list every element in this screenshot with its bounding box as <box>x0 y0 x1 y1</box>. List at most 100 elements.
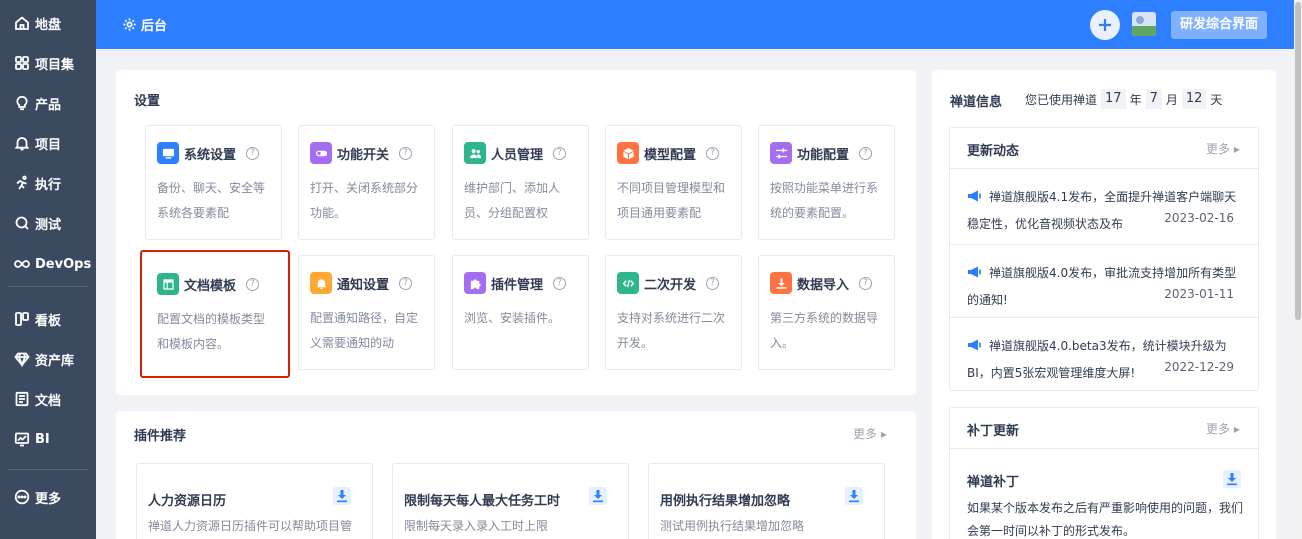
month-unit: 月 <box>1165 92 1178 107</box>
sidebar-item-test[interactable]: 测试 <box>0 206 96 240</box>
help-icon[interactable]: ? <box>706 147 719 160</box>
usage-months: 7 <box>1145 89 1162 109</box>
setting-card-title: 文档模板 <box>184 279 237 294</box>
download-icon[interactable] <box>844 486 864 506</box>
setting-card-model[interactable]: 模型配置 ? 不同项目管理模型和项目通用要素配 <box>605 125 742 240</box>
scrollbar-thumb[interactable] <box>1295 2 1301 320</box>
setting-card-title: 数据导入 <box>797 278 850 293</box>
patches-more-link[interactable]: 更多 ▸ <box>1206 420 1240 437</box>
template-icon <box>157 273 179 295</box>
interface-switch-button[interactable]: 研发综合界面 <box>1171 11 1268 39</box>
usage-duration: 您已使用禅道 17 年 7 月 12 天 <box>1025 89 1222 109</box>
sidebar-item-label: 测试 <box>35 217 62 233</box>
usage-prefix: 您已使用禅道 <box>1025 92 1098 107</box>
caret-right-icon: ▸ <box>1233 142 1240 156</box>
bell-icon <box>13 134 31 152</box>
sidebar-item-label: BI <box>35 431 50 447</box>
more-label: 更多 <box>1206 142 1231 156</box>
grid-icon <box>13 54 31 72</box>
setting-card-title: 人员管理 <box>491 148 544 163</box>
setting-card-system[interactable]: 系统设置 ? 备份、聊天、安全等系统各要素配 <box>145 125 282 240</box>
sidebar-item-execution[interactable]: 执行 <box>0 166 96 200</box>
more-label: 更多 <box>853 427 878 441</box>
setting-card-feature-switch[interactable]: 功能开关 ? 打开、关闭系统部分功能。 <box>298 125 435 240</box>
admin-label: 后台 <box>141 19 168 34</box>
update-item[interactable]: 禅道旗舰版4.1发布，全面提升禅道客户端聊天稳定性，优化音视频状态及布 2023… <box>950 169 1258 245</box>
setting-card-feature-config[interactable]: 功能配置 ? 按照功能菜单进行系统的要素配置。 <box>758 125 895 240</box>
sidebar-item-more[interactable]: 更多 <box>0 480 96 514</box>
download-icon[interactable] <box>1222 469 1242 489</box>
notify-bell-icon <box>310 272 332 294</box>
usage-years: 17 <box>1101 89 1126 109</box>
gear-icon <box>123 18 136 31</box>
sidebar-item-label: 文档 <box>35 393 62 409</box>
admin-home-link[interactable]: 后台 <box>122 15 167 34</box>
update-item[interactable]: 禅道旗舰版4.0发布，审批流支持增加所有类型的通知! 2023-01-11 <box>950 245 1258 318</box>
sidebar-item-product[interactable]: 产品 <box>0 86 96 120</box>
help-icon[interactable]: ? <box>399 147 412 160</box>
update-item[interactable]: 禅道旗舰版4.0.beta3发布，统计模块升级为BI，内置5张宏观管理维度大屏!… <box>950 318 1258 391</box>
download-icon[interactable] <box>588 486 608 506</box>
updates-more-link[interactable]: 更多 ▸ <box>1206 140 1240 157</box>
doc-icon <box>13 390 31 408</box>
more-label: 更多 <box>1206 422 1231 436</box>
patches-panel: 补丁更新 更多 ▸ 禅道补丁 如果某个版本发布之后有严重影响使用的问题，我们会第… <box>949 407 1259 539</box>
sidebar-item-assetlib[interactable]: 资产库 <box>0 342 96 376</box>
sidebar-item-label: 更多 <box>35 491 62 507</box>
sidebar-item-label: 看板 <box>35 313 62 329</box>
help-icon[interactable]: ? <box>553 277 566 290</box>
kanban-icon <box>13 310 31 328</box>
sidebar: 地盘 项目集 产品 项目 执行 测试 DevOps 看板 资产库 文档 BI 更… <box>0 0 96 539</box>
setting-card-people[interactable]: 人员管理 ? 维护部门、添加人员、分组配置权 <box>452 125 589 240</box>
megaphone-icon <box>968 339 981 351</box>
setting-card-dev[interactable]: 二次开发 ? 支持对系统进行二次开发。 <box>605 255 742 370</box>
sidebar-divider <box>8 286 88 287</box>
create-button[interactable] <box>1090 10 1120 40</box>
plus-icon <box>1099 19 1111 31</box>
setting-card-notification[interactable]: 通知设置 ? 配置通知路径，自定义需要通知的动 <box>298 255 435 370</box>
help-icon[interactable]: ? <box>553 147 566 160</box>
setting-card-doc-template[interactable]: 文档模板 ? 配置文档的模板类型和模板内容。 <box>140 250 290 378</box>
infinity-icon <box>13 255 31 273</box>
sidebar-item-bi[interactable]: BI <box>0 422 96 456</box>
plugin-recommend-title: 插件推荐 <box>134 429 187 444</box>
download-icon[interactable] <box>332 486 352 506</box>
setting-card-desc: 配置通知路径，自定义需要通知的动 <box>310 311 419 350</box>
setting-card-title: 模型配置 <box>644 148 697 163</box>
sidebar-item-kanban[interactable]: 看板 <box>0 302 96 336</box>
home-icon <box>13 14 31 32</box>
help-icon[interactable]: ? <box>246 278 259 291</box>
chart-icon <box>13 430 31 448</box>
import-icon <box>770 272 792 294</box>
plugin-title: 限制每天每人最大任务工时 <box>404 494 561 509</box>
plugin-desc: 禅道人力资源日历插件可以帮助项目管 <box>148 519 353 533</box>
help-icon[interactable]: ? <box>399 277 412 290</box>
setting-card-title: 插件管理 <box>491 278 544 293</box>
user-avatar[interactable] <box>1132 12 1156 36</box>
help-icon[interactable]: ? <box>706 277 719 290</box>
plugin-card[interactable]: 人力资源日历 禅道人力资源日历插件可以帮助项目管 <box>136 463 373 539</box>
sidebar-item-programs[interactable]: 项目集 <box>0 46 96 80</box>
sidebar-item-devops[interactable]: DevOps <box>0 247 96 281</box>
zentao-info-panel: 禅道信息 您已使用禅道 17 年 7 月 12 天 更新动态 更多 ▸ 禅道旗舰… <box>932 70 1276 539</box>
help-icon[interactable]: ? <box>859 277 872 290</box>
monitor-icon <box>157 142 179 164</box>
plugin-card[interactable]: 限制每天每人最大任务工时 限制每天录入录入工时上限 <box>392 463 629 539</box>
sidebar-item-project[interactable]: 项目 <box>0 126 96 160</box>
top-header: 后台 研发综合界面 <box>96 0 1294 49</box>
plugin-more-link[interactable]: 更多 ▸ <box>853 425 887 442</box>
plugin-title: 人力资源日历 <box>148 494 227 509</box>
setting-card-desc: 维护部门、添加人员、分组配置权 <box>464 181 561 220</box>
sidebar-item-dashboard[interactable]: 地盘 <box>0 6 96 40</box>
plugin-card[interactable]: 用例执行结果增加忽略 测试用例执行结果增加忽略 <box>648 463 885 539</box>
sidebar-item-doc[interactable]: 文档 <box>0 382 96 416</box>
setting-card-import[interactable]: 数据导入 ? 第三方系统的数据导入。 <box>758 255 895 370</box>
cube-icon <box>617 142 639 164</box>
setting-card-desc: 支持对系统进行二次开发。 <box>617 311 726 350</box>
help-icon[interactable]: ? <box>859 147 872 160</box>
patch-item-title: 禅道补丁 <box>967 475 1020 490</box>
setting-card-plugin[interactable]: 插件管理 ? 浏览、安装插件。 <box>452 255 589 370</box>
page-scrollbar[interactable] <box>1294 0 1302 539</box>
help-icon[interactable]: ? <box>246 147 259 160</box>
usage-days: 12 <box>1181 89 1207 109</box>
